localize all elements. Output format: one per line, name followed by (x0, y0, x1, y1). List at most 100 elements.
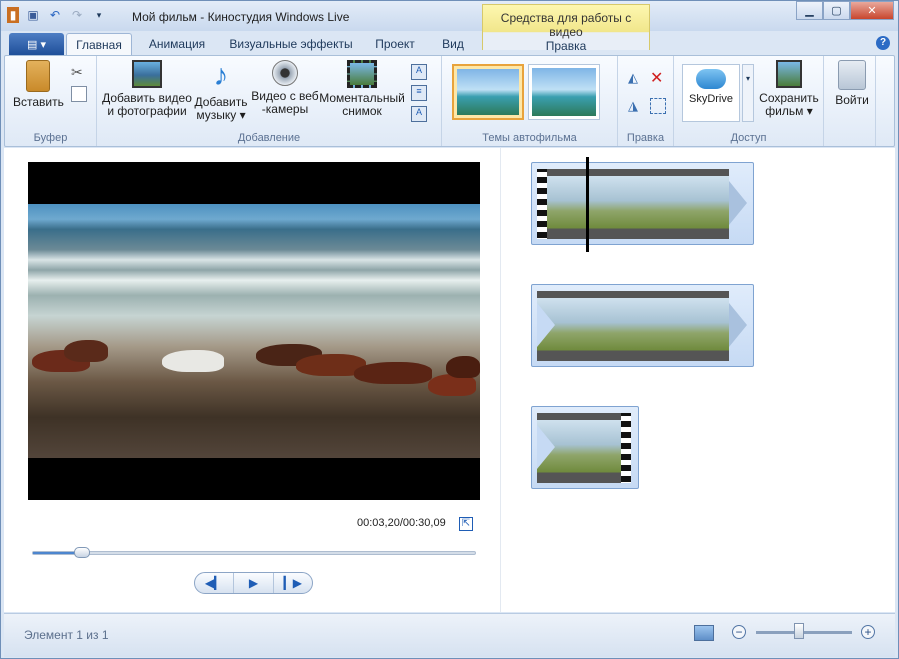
zoom-slider-thumb[interactable] (794, 623, 805, 639)
rotate-right-icon[interactable]: ◮ (628, 98, 644, 114)
transition-arrow (537, 425, 555, 469)
seek-slider[interactable] (32, 547, 476, 558)
zoom-out-button[interactable]: − (732, 625, 746, 639)
theme-contemporary[interactable] (528, 64, 600, 120)
undo-icon[interactable]: ↶ (47, 7, 63, 23)
cut-icon[interactable]: ✂ (71, 64, 87, 80)
clip-thumbnail-strip (547, 169, 729, 239)
clipboard-icon (26, 60, 50, 92)
horse-shape (446, 356, 480, 378)
music-note-icon: ♪ (213, 59, 229, 92)
quick-access-toolbar: ▮ ▣ ↶ ↷ ▾ (7, 7, 107, 23)
copy-icon[interactable] (71, 86, 87, 102)
redo-icon[interactable]: ↷ (69, 7, 85, 23)
transition-arrow (729, 303, 747, 347)
video-frame (28, 204, 480, 458)
group-edit: ◭ ✕ ◮ Правка (618, 56, 674, 146)
play-icon: ▶ (248, 576, 259, 590)
horse-shape (162, 350, 224, 372)
skydrive-cloud-icon (696, 69, 726, 89)
group-label-edit: Правка (626, 132, 665, 144)
paste-label: Вставить (13, 95, 64, 109)
title-bar: ▮ ▣ ↶ ↷ ▾ Мой фильм - Киностудия Windows… (1, 1, 898, 31)
remove-icon[interactable]: ✕ (650, 68, 666, 87)
ribbon: Вставить ✂ Буфер Добавить видео и фотогр… (4, 55, 895, 147)
group-label-clipboard: Буфер (33, 132, 68, 144)
horse-shape (354, 362, 432, 384)
playback-controls: ◀▎ ▶ ▎▶ (194, 572, 313, 594)
webcam-video-button[interactable]: Видео с веб -камеры (251, 60, 319, 116)
group-label-share: Доступ (730, 132, 767, 144)
save-movie-label-line2: фильм ▾ (765, 104, 813, 118)
video-photo-icon (132, 60, 162, 88)
theme-preview-image (532, 68, 596, 116)
next-frame-icon: ▎▶ (283, 576, 303, 590)
tab-project[interactable]: Проект (363, 33, 427, 55)
paste-button[interactable]: Вставить (13, 60, 64, 109)
tab-home[interactable]: Главная (66, 33, 132, 55)
group-signin: Войти (824, 56, 876, 146)
app-icon[interactable]: ▮ (7, 7, 19, 23)
snapshot-button[interactable]: Моментальный снимок (319, 60, 405, 118)
snapshot-icon (347, 60, 377, 88)
timecode-display: 00:03,20/00:30,09 (357, 517, 446, 529)
caption-icon[interactable]: ≡ (411, 85, 427, 101)
rotate-left-icon[interactable]: ◭ (628, 70, 644, 86)
panel-splitter[interactable] (500, 148, 501, 612)
ribbon-tabs: ▤ ▾ Главная Анимация Визуальные эффекты … (1, 31, 898, 55)
user-icon (838, 60, 866, 90)
previous-frame-button[interactable]: ◀▎ (195, 573, 235, 593)
sign-in-button[interactable]: Войти (830, 60, 874, 107)
application-menu-button[interactable]: ▤ ▾ (9, 33, 64, 55)
group-autofilm-themes: ▲▼▾ Темы автофильма (442, 56, 618, 146)
workspace: 00:03,20/00:30,09 ⇱ ◀▎ ▶ ▎▶ (4, 148, 895, 612)
webcam-icon (272, 60, 298, 86)
tab-animation[interactable]: Анимация (137, 33, 217, 55)
theme-default[interactable] (452, 64, 524, 120)
help-icon[interactable]: ? (876, 36, 890, 50)
select-all-icon[interactable] (650, 98, 666, 114)
group-clipboard: Вставить ✂ Буфер (5, 56, 97, 146)
add-music-button[interactable]: ♪ Добавить музыку ▾ (193, 60, 249, 122)
tab-edit[interactable]: Правка (485, 35, 647, 57)
previous-frame-icon: ◀▎ (204, 576, 224, 590)
save-movie-icon (776, 60, 802, 88)
storyboard-clip-3[interactable] (531, 406, 639, 489)
group-label-themes: Темы автофильма (482, 132, 577, 144)
maximize-button[interactable]: ▢ (823, 1, 850, 20)
seek-slider-thumb[interactable] (73, 547, 90, 558)
playhead-marker[interactable] (586, 157, 589, 252)
storyboard-clip-1[interactable] (531, 162, 754, 245)
thumbnail-size-icon[interactable] (694, 625, 714, 641)
skydrive-button[interactable]: SkyDrive (682, 64, 740, 122)
transition-arrow (729, 181, 747, 225)
zoom-in-button[interactable]: + (861, 625, 875, 639)
next-frame-button[interactable]: ▎▶ (274, 573, 312, 593)
tab-visual-effects[interactable]: Визуальные эффекты (223, 33, 359, 55)
storyboard-clip-2[interactable] (531, 284, 754, 367)
credits-icon[interactable]: A (411, 106, 427, 122)
tab-view[interactable]: Вид (433, 33, 473, 55)
save-movie-button[interactable]: Сохранить фильм ▾ (756, 60, 822, 118)
video-preview[interactable] (28, 162, 480, 500)
customize-qat-icon[interactable]: ▾ (91, 7, 107, 23)
add-video-label-line2: и фотографии (107, 104, 187, 118)
clip-thumbnail-strip (537, 291, 729, 361)
minimize-button[interactable]: ▁ (796, 1, 823, 20)
horse-shape (64, 340, 108, 362)
transition-arrow (537, 303, 555, 347)
film-perforation (537, 169, 547, 239)
play-button[interactable]: ▶ (234, 573, 274, 593)
webcam-label-line2: -камеры (261, 102, 309, 116)
add-video-photos-button[interactable]: Добавить видео и фотографии (101, 60, 193, 118)
sign-in-label: Войти (835, 93, 869, 107)
close-button[interactable]: ✕ (850, 1, 894, 20)
fullscreen-icon[interactable]: ⇱ (459, 517, 473, 531)
save-icon[interactable]: ▣ (25, 7, 41, 23)
group-share: SkyDrive ▾ Сохранить фильм ▾ Доступ (674, 56, 824, 146)
group-add: Добавить видео и фотографии ♪ Добавить м… (97, 56, 442, 146)
title-icon[interactable]: A (411, 64, 427, 80)
status-item-count: Элемент 1 из 1 (24, 628, 109, 642)
window-controls: ▁ ▢ ✕ (796, 1, 894, 20)
share-gallery-scroll[interactable]: ▾ (742, 64, 754, 122)
